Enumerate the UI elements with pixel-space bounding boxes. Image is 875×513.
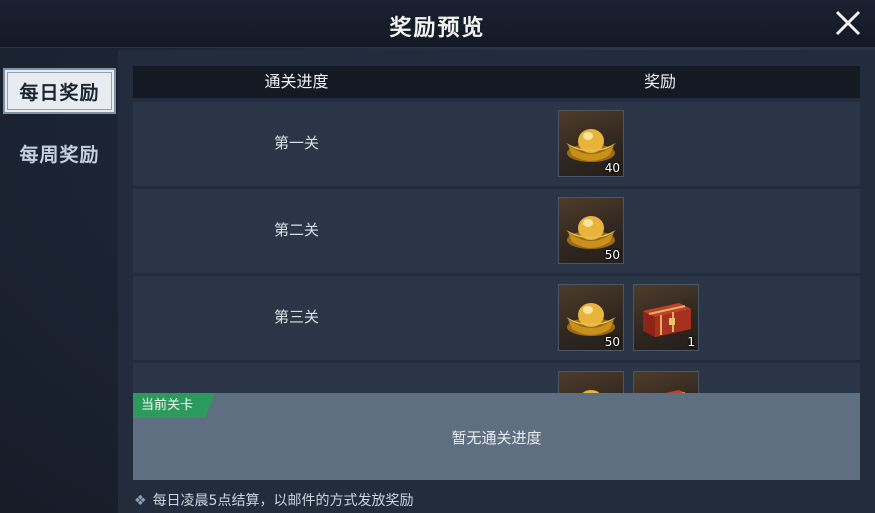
sidebar: 每日奖励 每周奖励 <box>3 52 118 513</box>
table-row: 第三关 50 1 <box>133 276 860 360</box>
reward-quantity: 1 <box>687 335 695 349</box>
reward-item[interactable]: 1 <box>633 284 699 351</box>
reward-item[interactable]: 50 <box>558 284 624 351</box>
table-row: 第二关 50 <box>133 189 860 273</box>
reward-item[interactable] <box>558 371 624 393</box>
gold-ingot-icon <box>582 390 600 393</box>
reward-preview-panel: 奖励预览 每日奖励 每周奖励 通关进度 奖励 第一关 40 第二关 50 第三关… <box>0 0 875 513</box>
tab-weekly-rewards[interactable]: 每周奖励 <box>3 130 116 176</box>
stage-label: 第一关 <box>273 134 319 152</box>
column-header-progress: 通关进度 <box>264 72 329 91</box>
close-icon <box>835 10 861 36</box>
page-title: 奖励预览 <box>389 16 486 41</box>
stage-label: 第三关 <box>273 308 319 326</box>
reward-quantity: 40 <box>604 161 620 175</box>
reward-table[interactable]: 第一关 40 第二关 50 第三关 50 1 <box>133 102 860 393</box>
gold-ingot-icon <box>566 129 616 162</box>
reward-item[interactable]: 40 <box>558 110 624 177</box>
reward-quantity: 50 <box>604 335 620 349</box>
footer-note: ❖ 每日凌晨5点结算，以邮件的方式发放奖励 <box>134 490 413 510</box>
treasure-chest-icon <box>665 390 685 393</box>
gold-ingot-icon <box>566 303 616 336</box>
reward-quantity: 50 <box>604 248 620 262</box>
treasure-chest-icon <box>643 303 691 337</box>
reward-item[interactable]: 50 <box>558 197 624 264</box>
current-stage-tag: 当前关卡 <box>133 393 215 418</box>
header-bar: 奖励预览 <box>0 0 875 48</box>
table-row: 第一关 40 <box>133 102 860 186</box>
column-header-reward: 奖励 <box>643 72 676 91</box>
diamond-bullet-icon: ❖ <box>134 493 147 509</box>
current-stage-status: 暂无通关进度 <box>451 429 542 447</box>
footer-note-text: 每日凌晨5点结算，以邮件的方式发放奖励 <box>152 493 414 509</box>
table-header: 通关进度 奖励 <box>133 66 860 98</box>
gold-ingot-icon <box>566 216 616 249</box>
stage-label: 第二关 <box>273 221 319 239</box>
table-row <box>133 363 860 393</box>
tab-daily-rewards[interactable]: 每日奖励 <box>3 68 116 114</box>
reward-item[interactable] <box>633 371 699 393</box>
current-stage-panel: 当前关卡 暂无通关进度 <box>133 393 860 480</box>
close-button[interactable] <box>833 8 863 38</box>
